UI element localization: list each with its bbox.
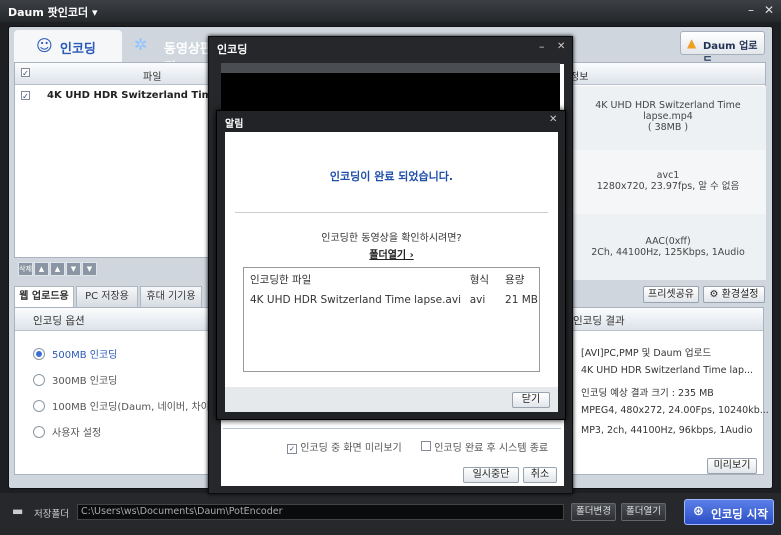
open-folder-button[interactable]: 폴더열기 — [621, 503, 666, 521]
encoding-minimize-button[interactable]: – — [539, 40, 545, 53]
app-title-bar: Daum 팟인코더 ▾ – ✕ — [0, 0, 781, 22]
preset-share-button[interactable]: 프리셋공유 — [643, 286, 699, 303]
checkbox[interactable]: ✓ — [287, 444, 297, 454]
app-title[interactable]: Daum 팟인코더 ▾ — [8, 4, 98, 20]
tab-pc-save[interactable]: PC 저장용 — [76, 286, 138, 307]
shutdown-check-label: 인코딩 완료 후 시스템 종료 — [434, 443, 549, 454]
gear-icon: ⚙ — [709, 289, 719, 300]
divider — [223, 428, 561, 429]
table-row[interactable]: 4K UHD HDR Switzerland Time lapse.avi av… — [244, 290, 539, 310]
close-button[interactable]: ✕ — [764, 3, 774, 17]
alert-body: 인코딩이 완료 되었습니다. 인코딩한 동영상을 확인하시려면? 폴더열기 › … — [225, 132, 558, 412]
options-header: 인코딩 옵션 — [15, 308, 209, 331]
result-header: 인코딩 결과 — [569, 308, 763, 331]
info-video-line: 1280x720, 23.97fps, 알 수 없음 — [596, 181, 740, 192]
tab-encode-label: 인코딩 — [60, 42, 96, 57]
encoding-result-panel: 인코딩 결과 [AVI]PC,PMP 및 Daum 업로드 4K UHD HDR… — [568, 307, 769, 475]
minimize-button[interactable]: – — [748, 3, 754, 17]
info-file-line: ( 38MB ) — [647, 122, 689, 133]
encoding-dialog-title: 인코딩 — [217, 43, 248, 56]
header-file: 파일 — [143, 72, 162, 83]
radio-button[interactable] — [33, 348, 45, 360]
option-label: 500MB 인코딩 — [52, 350, 118, 361]
radio-button[interactable] — [33, 374, 45, 386]
sort-bar: 삭제 ▲ ▲ ▼ ▼ — [18, 262, 98, 276]
option-500mb[interactable]: 500MB 인코딩 — [33, 346, 117, 361]
result-line: MPEG4, 480x272, 24.00Fps, 10240kb... — [581, 405, 769, 416]
editor-icon: ✲ — [134, 35, 148, 54]
move-up-button[interactable]: ▲ — [50, 262, 65, 276]
row-checkbox[interactable]: ✓ — [21, 91, 30, 101]
result-line: [AVI]PC,PMP 및 Daum 업로드 — [581, 348, 712, 359]
preview-checkbox-row[interactable]: ✓ 인코딩 중 화면 미리보기 — [287, 439, 402, 454]
encoding-preview — [221, 63, 560, 115]
alert-footer: 닫기 — [225, 387, 558, 412]
info-file-line: 4K UHD HDR Switzerland Time — [595, 100, 741, 111]
radio-button[interactable] — [33, 400, 45, 412]
info-file-line: lapse.mp4 — [643, 111, 693, 122]
move-bottom-button[interactable]: ▼ — [82, 262, 97, 276]
folder-icon: ▬ — [12, 504, 24, 518]
result-title: 인코딩 결과 — [573, 315, 625, 327]
preview-button[interactable]: 미리보기 — [707, 458, 757, 474]
cancel-button[interactable]: 취소 — [523, 467, 557, 483]
alert-message: 인코딩이 완료 되었습니다. — [329, 170, 454, 183]
radio-button[interactable] — [33, 426, 45, 438]
select-all-checkbox[interactable]: ✓ — [21, 68, 30, 78]
encoded-files-table: 인코딩한 파일 형식 용량 4K UHD HDR Switzerland Tim… — [243, 267, 540, 372]
encoding-close-button[interactable]: ✕ — [557, 41, 565, 52]
daum-upload-button[interactable]: ▲ Daum 업로드 — [680, 31, 765, 67]
option-label: 300MB 인코딩 — [52, 376, 118, 387]
encoding-options-panel: 인코딩 옵션 500MB 인코딩 300MB 인코딩 100MB 인코딩(Dau… — [14, 307, 210, 475]
save-folder-path[interactable]: C:\Users\ws\Documents\Daum\PotEncoder — [77, 504, 564, 520]
tab-web-upload[interactable]: 웹 업로드용 — [14, 286, 74, 307]
option-label: 100MB 인코딩(Daum, 네이버, 차이 — [52, 402, 210, 413]
table-header: 용량 — [505, 273, 525, 286]
tab-mobile[interactable]: 휴대 기기용 — [140, 286, 202, 307]
alert-title: 알림 — [225, 119, 244, 130]
table-cell: avi — [469, 294, 486, 306]
upload-arrow-icon: ▲ — [687, 36, 697, 50]
tab-editor[interactable]: ✲ 동영상편집 — [122, 30, 222, 76]
alert-dialog: 알림 ✕ 인코딩이 완료 되었습니다. 인코딩한 동영상을 확인하시려면? 폴더… — [216, 110, 566, 420]
info-audio: AAC(0xff) 2Ch, 44100Hz, 125Kbps, 1Audio — [570, 214, 766, 280]
move-top-button[interactable]: ▲ — [34, 262, 49, 276]
option-100mb[interactable]: 100MB 인코딩(Daum, 네이버, 차이 — [33, 398, 210, 413]
pause-button[interactable]: 일시중단 — [463, 467, 519, 483]
result-line: 인코딩 예상 결과 크기 : 235 MB — [581, 388, 714, 399]
options-title: 인코딩 옵션 — [33, 315, 85, 327]
alert-close-button[interactable]: 닫기 — [512, 392, 550, 408]
info-audio-line: 2Ch, 44100Hz, 125Kbps, 1Audio — [591, 247, 745, 258]
encode-icon: ☺ — [36, 36, 53, 55]
change-folder-button[interactable]: 폴더변경 — [571, 503, 616, 521]
result-line: MP3, 2ch, 44100Hz, 96kbps, 1Audio — [581, 425, 753, 436]
tab-encode[interactable]: ☺ 인코딩 — [14, 30, 122, 62]
table-cell: 21 MB — [505, 294, 538, 306]
encode-start-icon: ⊛ — [693, 504, 704, 519]
divider — [235, 212, 548, 213]
info-video-line: avc1 — [656, 170, 680, 181]
alert-close-icon[interactable]: ✕ — [549, 114, 557, 125]
option-custom[interactable]: 사용자 설정 — [33, 424, 101, 439]
option-label: 사용자 설정 — [52, 428, 102, 439]
move-down-button[interactable]: ▼ — [66, 262, 81, 276]
start-encoding-label: 인코딩 시작 — [711, 507, 768, 521]
start-encoding-button[interactable]: ⊛ 인코딩 시작 — [684, 499, 774, 525]
result-line: 4K UHD HDR Switzerland Time lap... — [581, 365, 754, 376]
option-300mb[interactable]: 300MB 인코딩 — [33, 372, 117, 387]
table-header: 형식 — [469, 273, 490, 286]
shutdown-checkbox-row[interactable]: 인코딩 완료 후 시스템 종료 — [421, 439, 548, 454]
table-header: 인코딩한 파일 — [250, 273, 312, 286]
delete-button[interactable]: 삭제 — [18, 262, 33, 276]
env-settings-button[interactable]: ⚙ 환경설정 — [703, 286, 765, 303]
preview-check-label: 인코딩 중 화면 미리보기 — [300, 443, 402, 454]
env-settings-label: 환경설정 — [721, 289, 759, 300]
table-cell: 4K UHD HDR Switzerland Time lapse.avi — [250, 294, 461, 306]
alert-open-folder-link[interactable]: 폴더열기 › — [225, 246, 558, 261]
info-audio-line: AAC(0xff) — [645, 236, 691, 247]
checkbox[interactable] — [421, 441, 431, 451]
save-folder-label: 저장폴더 — [34, 509, 69, 520]
alert-sub-text: 인코딩한 동영상을 확인하시려면? — [321, 233, 462, 244]
